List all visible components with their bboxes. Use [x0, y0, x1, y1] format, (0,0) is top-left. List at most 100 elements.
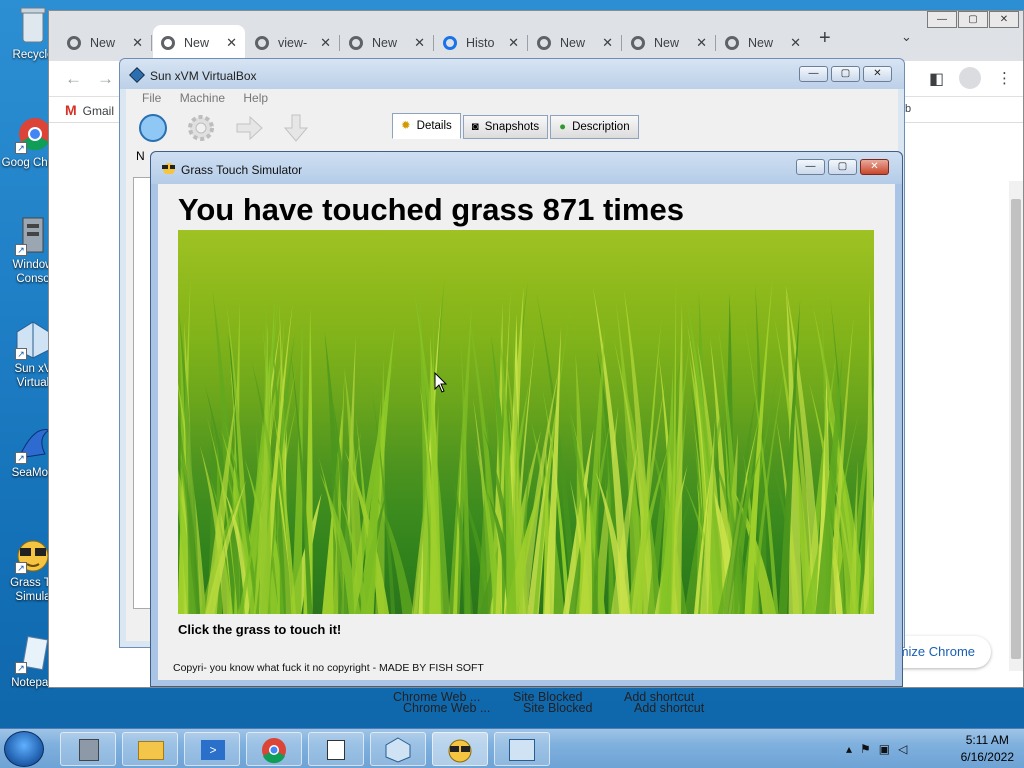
virtualbox-icon — [385, 737, 411, 763]
shortcut-arrow-icon: ↗ — [15, 244, 27, 256]
taskbar-grass-touch[interactable] — [432, 732, 488, 766]
history-icon — [443, 36, 457, 50]
virtualbox-menubar: File Machine Help — [126, 89, 898, 107]
close-tab-icon[interactable]: ✕ — [508, 35, 519, 51]
camera-icon: ◙ — [471, 121, 479, 133]
grass-touch-title: Grass Touch Simulator — [181, 163, 303, 177]
touch-count: 871 — [542, 192, 595, 227]
virtualbox-title: Sun xVM VirtualBox — [150, 69, 257, 83]
shortcut-arrow-icon: ↗ — [15, 562, 27, 574]
counter-prefix: You have touched grass — [178, 192, 543, 227]
new-tab-icon[interactable]: + — [819, 27, 831, 50]
chrome-tab[interactable]: New ✕ — [59, 25, 152, 61]
maximize-icon[interactable]: ▢ — [831, 66, 860, 82]
grass-image[interactable] — [178, 230, 874, 614]
taskbar-control-panel[interactable] — [494, 732, 550, 766]
tab-description[interactable]: ● Description — [550, 115, 639, 139]
minimize-icon[interactable]: — — [796, 159, 825, 175]
grass-blades — [178, 276, 874, 614]
shortcut-chrome-web-store-ghost: Chrome Web ... — [403, 701, 491, 715]
tab-label: Histo — [466, 36, 495, 50]
clock[interactable]: 5:11 AM 6/16/2022 — [961, 733, 1014, 764]
close-icon[interactable]: ✕ — [863, 66, 892, 82]
close-tab-icon[interactable]: ✕ — [414, 35, 425, 51]
speech-bubble-icon: ● — [559, 121, 567, 133]
bookmark-gmail[interactable]: M Gmail — [65, 102, 114, 118]
flag-icon: ⚑ — [860, 742, 879, 756]
tab-search-chevron-icon[interactable]: ⌄ — [901, 29, 912, 45]
start-button[interactable] — [4, 731, 44, 767]
menu-machine[interactable]: Machine — [180, 91, 225, 105]
chrome-window-controls: — ▢ ✕ — [926, 11, 1019, 28]
taskbar-server-manager[interactable] — [60, 732, 116, 766]
discard-arrow-icon[interactable] — [281, 113, 311, 143]
tab-snapshots[interactable]: ◙ Snapshots — [462, 115, 549, 139]
menu-file[interactable]: File — [142, 91, 161, 105]
grass-touch-titlebar[interactable]: Grass Touch Simulator — ▢ ✕ — [151, 152, 902, 184]
side-panel-icon[interactable]: ◧ — [929, 69, 944, 89]
recycle-bin-icon — [15, 6, 51, 46]
menu-help[interactable]: Help — [243, 91, 268, 105]
virtualbox-titlebar[interactable]: Sun xVM VirtualBox — ▢ ✕ — [120, 59, 904, 89]
profile-avatar-icon[interactable] — [959, 67, 981, 89]
chrome-tab[interactable]: New ✕ — [623, 25, 716, 61]
settings-gear-icon[interactable] — [186, 113, 216, 143]
close-tab-icon[interactable]: ✕ — [320, 35, 331, 51]
counter-suffix: times — [594, 192, 684, 227]
chrome-tab[interactable]: New ✕ — [341, 25, 434, 61]
mouse-cursor-icon — [434, 372, 448, 393]
taskbar-explorer[interactable] — [122, 732, 178, 766]
close-icon[interactable]: ✕ — [860, 159, 889, 175]
chrome-tab[interactable]: New ✕ — [529, 25, 622, 61]
menu-kebab-icon[interactable]: ⋮ — [997, 69, 1012, 87]
system-tray-icons[interactable]: ▴⚑▣◁ — [846, 742, 915, 756]
chrome-tab[interactable]: Histo ✕ — [435, 25, 528, 61]
chrome-tab[interactable]: view- ✕ — [247, 25, 340, 61]
chrome-scrollbar[interactable] — [1009, 181, 1023, 671]
grass-touch-simulator-icon — [448, 739, 472, 763]
touch-hint: Click the grass to touch it! — [178, 622, 342, 637]
forward-arrow-icon[interactable]: → — [97, 69, 114, 89]
tab-label: Snapshots — [484, 121, 540, 133]
google-chrome-icon: ↗ — [15, 114, 51, 154]
touch-counter-heading: You have touched grass 871 times — [178, 192, 684, 228]
clock-date: 6/16/2022 — [960, 750, 1014, 764]
toolbar-new-label: N — [136, 149, 145, 163]
chrome-icon — [255, 36, 269, 50]
chrome-icon — [161, 36, 175, 50]
close-icon[interactable]: ✕ — [989, 11, 1019, 28]
shortcut-arrow-icon: ↗ — [15, 662, 27, 674]
chrome-icon — [631, 36, 645, 50]
close-tab-icon[interactable]: ✕ — [696, 35, 707, 51]
clock-time: 5:11 AM — [965, 733, 1009, 747]
virtualbox-window-controls: — ▢ ✕ — [799, 66, 892, 82]
maximize-icon[interactable]: ▢ — [958, 11, 988, 28]
shortcut-arrow-icon: ↗ — [15, 452, 27, 464]
maximize-icon[interactable]: ▢ — [828, 159, 857, 175]
server-manager-icon — [79, 739, 99, 761]
bookmark-fragment: b — [905, 103, 912, 115]
taskbar-documents[interactable] — [308, 732, 364, 766]
minimize-icon[interactable]: — — [799, 66, 828, 82]
close-tab-icon[interactable]: ✕ — [226, 35, 237, 51]
start-arrow-icon[interactable] — [234, 113, 264, 143]
new-vm-icon[interactable] — [138, 113, 168, 143]
close-tab-icon[interactable]: ✕ — [132, 35, 143, 51]
close-tab-icon[interactable]: ✕ — [790, 35, 801, 51]
tab-details[interactable]: ✹ Details — [392, 113, 461, 139]
powershell-icon: > — [201, 740, 225, 760]
close-tab-icon[interactable]: ✕ — [602, 35, 613, 51]
tab-label: New — [184, 36, 210, 50]
taskbar-chrome[interactable] — [246, 732, 302, 766]
taskbar-powershell[interactable]: > — [184, 732, 240, 766]
chrome-tab-active[interactable]: New ✕ — [153, 25, 245, 61]
grass-touch-window-controls: — ▢ ✕ — [796, 159, 889, 175]
tab-label: view- — [278, 36, 308, 50]
taskbar-virtualbox[interactable] — [370, 732, 426, 766]
virtualbox-tabs: ✹ Details ◙ Snapshots ● Description — [392, 113, 641, 139]
minimize-icon[interactable]: — — [927, 11, 957, 28]
back-arrow-icon[interactable]: ← — [65, 69, 82, 89]
scrollbar-thumb[interactable] — [1011, 199, 1021, 659]
details-gear-icon: ✹ — [401, 120, 411, 132]
chrome-tab[interactable]: New ✕ — [717, 25, 809, 61]
